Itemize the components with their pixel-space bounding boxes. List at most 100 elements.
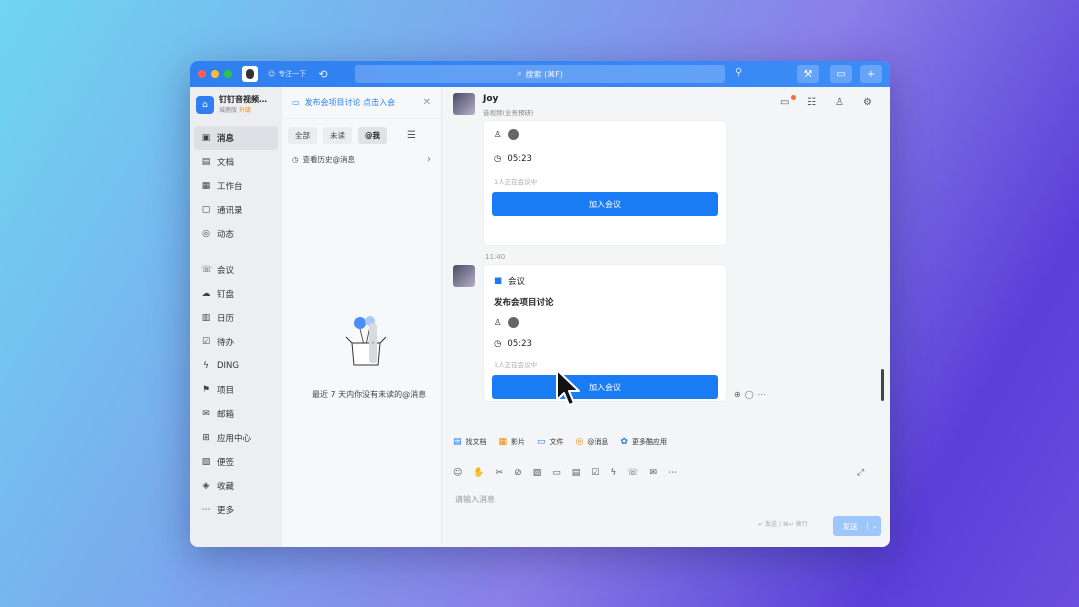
quick-apps-bar: ▤ 找文档 ▦ 影片 ▭ 文件 ◎ @消息 ✿ 更多酷应用 bbox=[453, 437, 667, 447]
image-icon[interactable]: ▨ bbox=[533, 468, 542, 478]
nav-item-documents[interactable]: ▤ 文档 bbox=[190, 150, 282, 174]
ai-assistant-button[interactable]: ⚒ bbox=[797, 65, 819, 83]
reaction-icon[interactable]: ⊕ bbox=[734, 390, 741, 399]
user-avatar[interactable] bbox=[242, 66, 258, 82]
maximize-window-button[interactable] bbox=[224, 70, 232, 78]
quick-app-mention[interactable]: ◎ @消息 bbox=[576, 437, 609, 447]
nav-label: 日历 bbox=[217, 314, 235, 324]
people-icon: ♙ bbox=[494, 317, 502, 328]
emoji-icon[interactable]: ☺ bbox=[453, 468, 462, 478]
nav-item-contacts[interactable]: ▢ 通讯录 bbox=[190, 198, 282, 222]
settings-icon[interactable]: ⚙ bbox=[863, 97, 872, 108]
nav-list: ▣ 消息 ▤ 文档 ▦ 工作台 ▢ 通讯录 ◎ 动态 ☏ 会议 ☁ 钉盘 ▥ 日历 ☑ 待办 ϟD… bbox=[190, 126, 282, 522]
nav-item-favorites[interactable]: ◈ 收藏 bbox=[190, 474, 282, 498]
upgrade-badge[interactable]: 升级 bbox=[239, 107, 251, 114]
nav-label: 动态 bbox=[217, 230, 235, 240]
call-icon[interactable]: ☏ bbox=[627, 468, 638, 478]
ding-icon: ϟ bbox=[203, 361, 209, 371]
ding-icon[interactable]: ϟ bbox=[610, 468, 616, 478]
folder-icon[interactable]: ▭ bbox=[780, 97, 789, 108]
message-input[interactable]: 请输入消息 bbox=[455, 494, 495, 505]
sender-avatar[interactable] bbox=[453, 265, 475, 287]
nav-item-messages[interactable]: ▣ 消息 bbox=[194, 126, 278, 150]
nav-item-cloud-drive[interactable]: ☁ 钉盘 bbox=[190, 282, 282, 306]
nav-item-calendar[interactable]: ▥ 日历 bbox=[190, 306, 282, 330]
nav-separator bbox=[190, 246, 282, 258]
history-icon[interactable]: ⟲ bbox=[318, 68, 327, 81]
search-input[interactable]: ⌕ 搜索 (⌘F) bbox=[355, 65, 725, 83]
quick-app-label: 更多酷应用 bbox=[631, 438, 667, 446]
nav-label: 钉盘 bbox=[217, 290, 235, 300]
meeting-banner[interactable]: ▭ 发布会项目讨论 点击入会 ✕ bbox=[282, 87, 441, 119]
empty-state-text: 最近 7 天内你没有未读的@消息 bbox=[312, 390, 427, 399]
nav-item-meeting[interactable]: ☏ 会议 bbox=[190, 258, 282, 282]
chat-scrollbar[interactable] bbox=[881, 369, 884, 401]
nav-item-mail[interactable]: ✉ 邮箱 bbox=[190, 402, 282, 426]
filter-mentions[interactable]: @我 bbox=[358, 127, 387, 144]
quick-app-more[interactable]: ✿ 更多酷应用 bbox=[620, 437, 667, 447]
participants-row: ♙ bbox=[494, 317, 519, 328]
profile-icon[interactable]: ♙ bbox=[835, 97, 844, 108]
contact-name[interactable]: Joy bbox=[483, 94, 498, 104]
menu-icon[interactable]: ☰ bbox=[407, 130, 416, 141]
video-camera-icon: ▭ bbox=[292, 98, 300, 107]
send-button[interactable]: 发送 ⌄ bbox=[833, 516, 881, 536]
thumbs-up-icon[interactable]: ✋ bbox=[473, 468, 484, 478]
nav-item-todo[interactable]: ☑ 待办 bbox=[190, 330, 282, 354]
nav-label: 更多 bbox=[217, 506, 235, 516]
org-switcher[interactable]: ⌂ 钉钉音视频… 城鹿版 升级 bbox=[190, 87, 282, 114]
card-app-row: ■ 会议 bbox=[494, 275, 525, 287]
video-icon: ▦ bbox=[498, 437, 508, 447]
nav-item-app-center[interactable]: ⊞ 应用中心 bbox=[190, 426, 282, 450]
cloud-drive-icon: ☁ bbox=[201, 289, 211, 299]
find-doc-icon: ▤ bbox=[453, 437, 462, 447]
join-meeting-button[interactable]: 加入会议 bbox=[492, 192, 718, 216]
scissors-icon[interactable]: ✂ bbox=[496, 468, 504, 478]
quick-app-video[interactable]: ▦ 影片 bbox=[499, 437, 526, 447]
nav-item-ding[interactable]: ϟ DING bbox=[190, 354, 282, 378]
nav-item-notes[interactable]: ▧ 便签 bbox=[190, 450, 282, 474]
chevron-down-icon[interactable]: ⌄ bbox=[867, 522, 881, 530]
quick-app-file[interactable]: ▭ 文件 bbox=[537, 437, 564, 447]
envelope-icon[interactable]: ✉ bbox=[650, 468, 658, 478]
add-button[interactable]: + bbox=[860, 65, 882, 83]
meeting-app-icon: ■ bbox=[494, 276, 503, 286]
app-center-icon: ⊞ bbox=[202, 433, 210, 443]
screen-share-button[interactable]: ▭ bbox=[830, 65, 852, 83]
checkbox-icon[interactable]: ☑ bbox=[591, 468, 599, 478]
focus-status[interactable]: ☺ 专注一下 bbox=[268, 69, 306, 79]
message-icon: ▣ bbox=[201, 133, 211, 143]
filter-tabs: 全部 未读 @我 ☰ bbox=[282, 119, 441, 144]
contact-department: 音视频(业务预研) bbox=[483, 109, 534, 117]
filter-all[interactable]: 全部 bbox=[288, 127, 317, 144]
mention-history-link[interactable]: ◷ 查看历史@消息 › bbox=[282, 144, 441, 165]
join-meeting-button[interactable]: 加入会议 bbox=[492, 375, 718, 399]
more-tools-icon[interactable]: ⋯ bbox=[668, 468, 677, 478]
reply-icon[interactable]: ◯ bbox=[745, 390, 754, 399]
nav-item-feed[interactable]: ◎ 动态 bbox=[190, 222, 282, 246]
close-icon[interactable]: ✕ bbox=[423, 97, 431, 108]
message-search-icon[interactable]: ☷ bbox=[807, 97, 816, 108]
meeting-participants-note: 1人正在会议中 bbox=[494, 361, 538, 369]
app-window: ☺ 专注一下 ⟲ ⌕ 搜索 (⌘F) ⚲ ⚒ ▭ + ⌂ 钉钉音视频… 城鹿版 … bbox=[190, 61, 890, 547]
slash-command-icon[interactable]: ⊘ bbox=[514, 468, 522, 478]
more-actions-icon[interactable]: ⋯ bbox=[758, 390, 766, 399]
mouse-cursor-icon bbox=[556, 369, 580, 406]
nav-item-workbench[interactable]: ▦ 工作台 bbox=[190, 174, 282, 198]
folder-upload-icon[interactable]: ▭ bbox=[552, 468, 561, 478]
nav-label: 邮箱 bbox=[217, 410, 235, 420]
quick-app-find-doc[interactable]: ▤ 找文档 bbox=[453, 437, 487, 447]
pin-icon[interactable]: ⚲ bbox=[735, 67, 742, 78]
plus-icon: + bbox=[866, 68, 876, 80]
contact-avatar[interactable] bbox=[453, 93, 475, 115]
minimize-window-button[interactable] bbox=[211, 70, 219, 78]
close-window-button[interactable] bbox=[198, 70, 206, 78]
expand-icon[interactable]: ⤢ bbox=[857, 468, 864, 478]
todo-icon: ☑ bbox=[201, 337, 211, 347]
meeting-card: ■ 会议 发布会项目讨论 ♙ ◷ 05:23 1人正在会议中 加入会议 bbox=[484, 265, 726, 401]
filter-unread[interactable]: 未读 bbox=[323, 127, 352, 144]
doc-icon[interactable]: ▤ bbox=[572, 468, 581, 478]
collapse-panel-handle[interactable]: ‹ bbox=[369, 323, 377, 363]
nav-item-project[interactable]: ⚑ 项目 bbox=[190, 378, 282, 402]
nav-item-more[interactable]: ⋯ 更多 bbox=[190, 498, 282, 522]
